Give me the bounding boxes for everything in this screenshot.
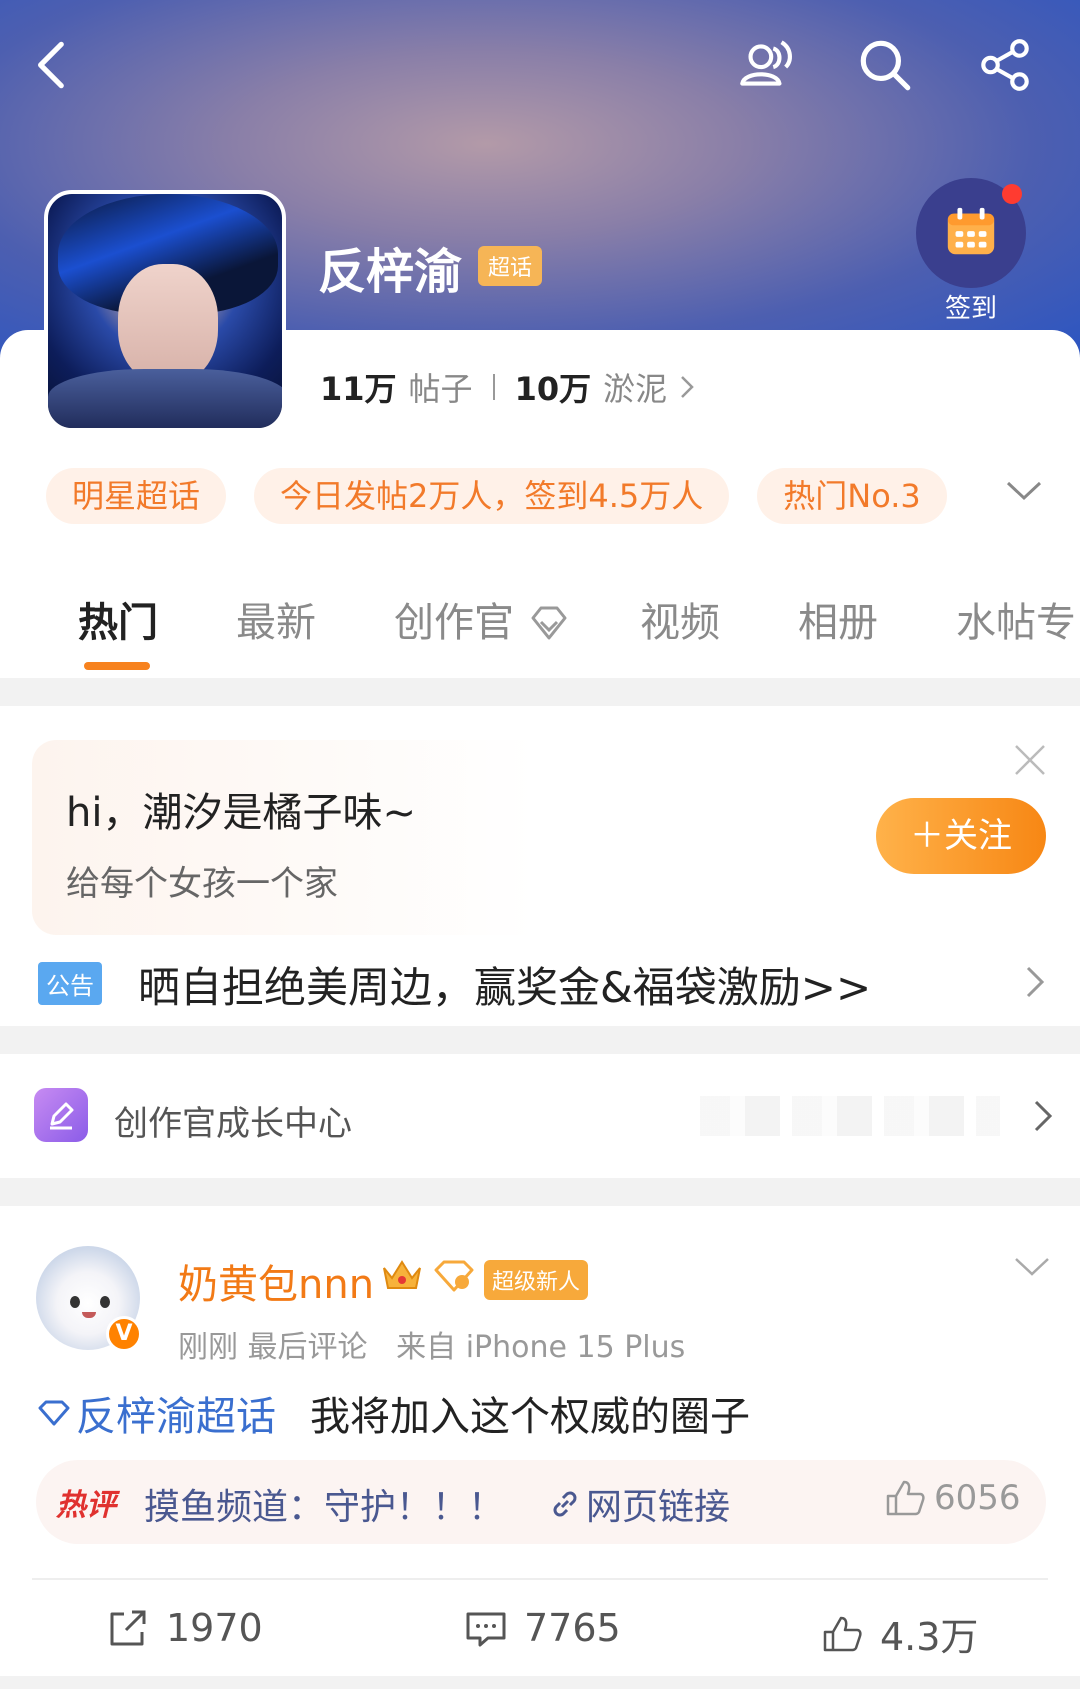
chevron-down-icon[interactable] <box>1004 478 1044 504</box>
members-label: 淤泥 <box>603 370 668 408</box>
post-source: 来自 iPhone 15 Plus <box>396 1330 686 1365</box>
avatar-shirt <box>48 369 282 428</box>
search-icon <box>860 40 911 91</box>
notice-text[interactable]: 晒自担绝美周边，赢奖金&福袋激励>> <box>138 954 871 1015</box>
tag-star-supertopic[interactable]: 明星超话 <box>46 468 227 524</box>
avatar-mouth <box>82 1312 96 1318</box>
tab-bar: 热门 最新 创作官 视频 相册 水帖专 <box>0 590 1080 678</box>
tab-album[interactable]: 相册 <box>798 590 878 648</box>
stats-separator <box>492 374 495 400</box>
notification-dot <box>1002 184 1022 204</box>
supertopic-avatar[interactable] <box>44 190 286 432</box>
share-action[interactable]: 1970 <box>106 1606 263 1650</box>
divider <box>32 1578 1048 1580</box>
thumbs-up-icon <box>823 1616 862 1651</box>
comment-count: 7765 <box>524 1606 621 1650</box>
share-count: 1970 <box>166 1606 263 1650</box>
chevron-down-icon[interactable] <box>1012 1254 1052 1280</box>
share-button[interactable] <box>970 30 1040 100</box>
search-button[interactable] <box>850 30 920 100</box>
post-action: 最后评论 <box>247 1330 368 1365</box>
back-button[interactable] <box>18 30 88 100</box>
active-tab-indicator <box>84 662 150 670</box>
diamond-icon <box>531 606 567 640</box>
close-icon[interactable] <box>1010 740 1050 780</box>
post-content: 反梓渝超话 我将加入这个权威的圈子 <box>36 1384 750 1442</box>
topic-link[interactable]: 反梓渝超话 <box>36 1384 276 1442</box>
rank-badge: 超级新人 <box>484 1260 589 1300</box>
repost-icon <box>110 1610 146 1646</box>
follow-button[interactable]: ＋关注 <box>876 798 1046 874</box>
tag-today-stats[interactable]: 今日发帖2万人，签到4.5万人 <box>254 468 730 524</box>
pen-icon <box>34 1088 88 1142</box>
post-meta: 刚刚 最后评论 来自 iPhone 15 Plus <box>178 1322 685 1366</box>
tag-row: 明星超话 今日发帖2万人，签到4.5万人 热门No.3 <box>46 468 947 524</box>
welcome-title: hi，潮汐是橘子味~ <box>66 790 416 836</box>
username[interactable]: 奶黄包nnn <box>178 1252 374 1310</box>
notice-badge: 公告 <box>38 962 102 1005</box>
tab-video[interactable]: 视频 <box>640 590 720 648</box>
hot-comment-like[interactable]: 6056 <box>884 1478 1021 1518</box>
supertopic-badge: 超话 <box>478 246 543 286</box>
tag-hot-rank[interactable]: 热门No.3 <box>757 468 947 524</box>
comment-action[interactable]: 7765 <box>464 1606 621 1650</box>
hot-comment-tag: 热评 <box>56 1488 116 1523</box>
people-icon <box>740 40 792 86</box>
back-arrow-icon <box>38 41 64 89</box>
supertopic-title: 反梓渝 <box>318 244 463 300</box>
chevron-right-icon <box>681 376 694 398</box>
share-icon <box>981 39 1029 91</box>
calendar-icon <box>947 207 995 255</box>
topic-label: 反梓渝超话 <box>76 1394 276 1440</box>
friends-button[interactable] <box>730 30 800 100</box>
tab-creator[interactable]: 创作官 <box>394 590 571 648</box>
crown-icon <box>383 1260 421 1289</box>
web-link-label: 网页链接 <box>586 1487 731 1528</box>
tab-water-post[interactable]: 水帖专 <box>956 590 1076 648</box>
supertopic-stats[interactable]: 11万 帖子 10万 淤泥 <box>320 364 695 410</box>
blurred-content <box>700 1096 1000 1136</box>
tab-hot[interactable]: 热门 <box>78 590 158 648</box>
tab-creator-label: 创作官 <box>394 600 514 646</box>
diamond-badge-icon <box>434 1260 474 1292</box>
avatar-eye <box>70 1296 80 1308</box>
diamond-icon <box>38 1400 70 1426</box>
tab-latest[interactable]: 最新 <box>236 590 316 648</box>
chevron-right-icon[interactable] <box>1030 1096 1058 1136</box>
like-action[interactable]: 4.3万 <box>820 1606 978 1661</box>
post-body: 我将加入这个权威的圈子 <box>310 1394 750 1440</box>
growth-center-label: 创作官成长中心 <box>114 1104 352 1144</box>
comment-icon <box>466 1612 506 1647</box>
checkin-button[interactable] <box>916 178 1026 288</box>
posts-label: 帖子 <box>408 370 473 408</box>
chevron-right-icon[interactable] <box>1022 962 1050 1002</box>
thumbs-up-icon <box>886 1480 925 1516</box>
members-count: 10万 <box>514 370 592 408</box>
checkin-label: 签到 <box>944 294 997 324</box>
welcome-subtitle: 给每个女孩一个家 <box>66 864 338 904</box>
post-time: 刚刚 <box>178 1330 238 1365</box>
like-count: 4.3万 <box>880 1615 979 1659</box>
avatar-eye <box>100 1296 110 1308</box>
posts-count: 11万 <box>320 370 397 408</box>
web-link[interactable]: 网页链接 <box>548 1478 730 1530</box>
hot-comment-text: 摸鱼频道：守护！！！ <box>144 1487 505 1528</box>
link-icon <box>553 1491 577 1517</box>
hot-comment-likes: 6056 <box>934 1478 1021 1518</box>
avatar-face <box>118 264 218 384</box>
verified-badge: V <box>106 1316 142 1352</box>
